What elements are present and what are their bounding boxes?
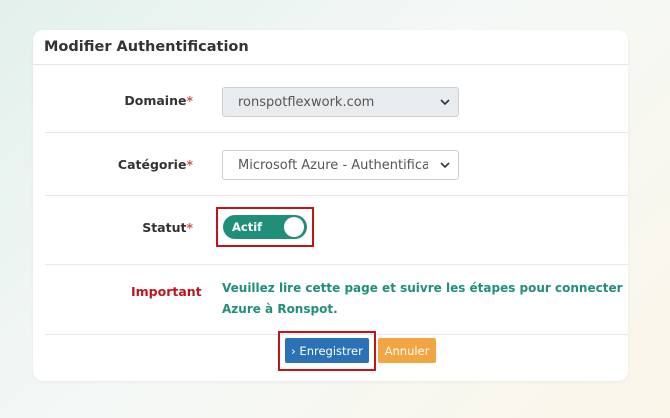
category-label-text: Catégorie <box>117 157 187 172</box>
status-toggle-label: Actif <box>232 220 263 234</box>
required-mark: * <box>186 157 193 172</box>
edit-auth-card: Modifier Authentification Domaine* ronsp… <box>33 30 628 381</box>
status-label: Statut* <box>33 220 193 235</box>
chevron-down-icon <box>440 162 450 169</box>
required-mark: * <box>186 220 193 235</box>
card-title: Modifier Authentification <box>44 39 249 55</box>
row-divider <box>45 132 628 133</box>
domain-label: Domaine* <box>33 93 193 108</box>
domain-label-text: Domaine <box>124 93 187 108</box>
important-label: Important <box>131 284 202 299</box>
important-message: Veuillez lire cette page et suivre les é… <box>222 281 623 316</box>
card-header: Modifier Authentification <box>33 30 628 65</box>
category-select-value: Microsoft Azure - Authentificati <box>238 157 428 173</box>
required-mark: * <box>186 93 193 108</box>
category-select[interactable]: Microsoft Azure - Authentificati <box>222 150 459 180</box>
cancel-button[interactable]: Annuler <box>378 338 436 363</box>
toggle-knob <box>284 217 304 237</box>
status-toggle[interactable]: Actif <box>223 215 307 239</box>
row-divider <box>45 264 628 265</box>
chevron-down-icon <box>440 99 450 106</box>
category-label: Catégorie* <box>33 157 193 172</box>
domain-select[interactable]: ronspotflexwork.com <box>222 87 459 117</box>
row-divider <box>45 195 628 196</box>
status-label-text: Statut <box>142 220 187 235</box>
domain-select-value: ronspotflexwork.com <box>238 94 375 110</box>
save-button[interactable]: › Enregistrer <box>285 338 369 363</box>
